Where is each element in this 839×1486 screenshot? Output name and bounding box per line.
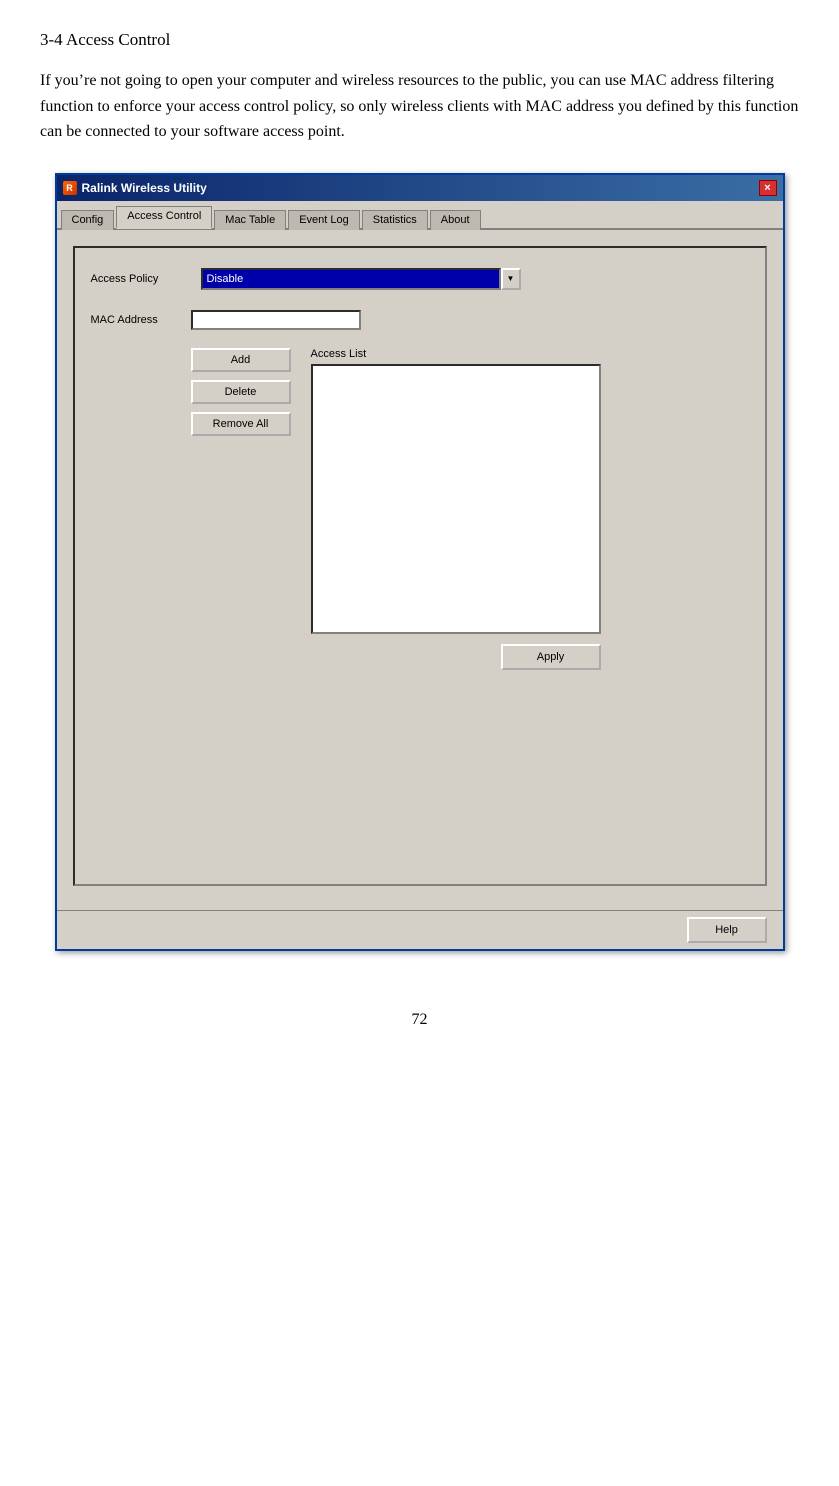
add-button[interactable]: Add [191, 348, 291, 372]
access-policy-row: Access Policy Disable ▼ [91, 268, 749, 290]
remove-all-button[interactable]: Remove All [191, 412, 291, 436]
dialog-title: Ralink Wireless Utility [82, 181, 207, 195]
dialog-content: Access Policy Disable ▼ MAC Address Add … [57, 230, 783, 910]
tab-event-log[interactable]: Event Log [288, 210, 360, 230]
dialog-bottom-bar: Help [57, 910, 783, 949]
apply-btn-row: Apply [311, 644, 601, 670]
inner-panel: Access Policy Disable ▼ MAC Address Add … [73, 246, 767, 886]
tab-bar: Config Access Control Mac Table Event Lo… [57, 201, 783, 230]
page-heading: 3-4 Access Control [40, 30, 799, 50]
access-list-label: Access List [311, 348, 367, 360]
tab-about[interactable]: About [430, 210, 481, 230]
tab-config[interactable]: Config [61, 210, 115, 230]
tab-mac-table[interactable]: Mac Table [214, 210, 286, 230]
tab-access-control[interactable]: Access Control [116, 206, 212, 229]
delete-button[interactable]: Delete [191, 380, 291, 404]
close-button[interactable]: × [759, 180, 777, 196]
access-policy-dropdown-arrow[interactable]: ▼ [501, 268, 521, 290]
titlebar: R Ralink Wireless Utility × [57, 175, 783, 201]
action-buttons-col: Add Delete Remove All [191, 348, 291, 670]
tab-statistics[interactable]: Statistics [362, 210, 428, 230]
titlebar-left: R Ralink Wireless Utility [63, 181, 207, 195]
mac-address-input[interactable] [191, 310, 361, 330]
two-col-layout: Add Delete Remove All Access List Apply [91, 348, 749, 670]
page-number: 72 [40, 1011, 799, 1029]
ralink-dialog: R Ralink Wireless Utility × Config Acces… [55, 173, 785, 951]
mac-address-label: MAC Address [91, 314, 191, 326]
access-policy-value[interactable]: Disable [201, 268, 501, 290]
access-list-box[interactable] [311, 364, 601, 634]
mac-address-row: MAC Address [91, 310, 749, 330]
access-policy-label: Access Policy [91, 273, 191, 285]
access-policy-dropdown-container: Disable ▼ [201, 268, 521, 290]
app-icon: R [63, 181, 77, 195]
help-button[interactable]: Help [687, 917, 767, 943]
apply-button[interactable]: Apply [501, 644, 601, 670]
page-body: If you’re not going to open your compute… [40, 68, 799, 145]
access-list-col: Access List Apply [311, 348, 749, 670]
